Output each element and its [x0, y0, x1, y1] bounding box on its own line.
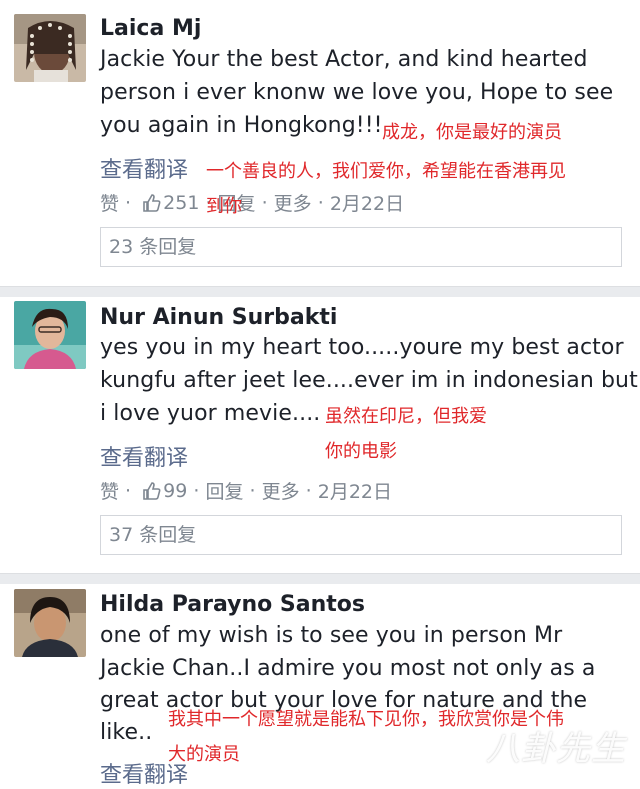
see-translation-link[interactable]: 查看翻译: [100, 440, 188, 472]
comment-actions: 赞 · 99 · 回复 · 更多 · 2月22日: [100, 477, 392, 504]
like-count: 99: [163, 479, 188, 502]
view-replies-button[interactable]: 37 条回复: [100, 515, 622, 555]
comment-text-line: i love yuor mevie....: [100, 401, 321, 426]
separator-dot: ·: [255, 191, 274, 214]
view-replies-button[interactable]: 23 条回复: [100, 227, 622, 267]
comment-actions: 赞 · 251 · 回复 · 更多 · 2月22日: [100, 189, 404, 216]
avatar[interactable]: [14, 589, 86, 657]
separator-dot: ·: [299, 479, 318, 502]
translation-annotation: 虽然在印尼，但我爱: [325, 406, 487, 427]
comment-text-line: Jackie Your the best Actor, and kind hea…: [100, 47, 588, 72]
like-button[interactable]: 赞: [100, 189, 119, 216]
more-button[interactable]: 更多: [262, 477, 300, 504]
separator-dot: ·: [187, 479, 206, 502]
separator-dot: ·: [243, 479, 262, 502]
like-button[interactable]: 赞: [100, 477, 119, 504]
comment-date: 2月22日: [317, 481, 392, 503]
comment-divider: [0, 286, 640, 297]
comment-text-line: you again in Hongkong!!!: [100, 113, 383, 138]
comment-divider: [0, 573, 640, 584]
translation-annotation: 你的电影: [325, 441, 397, 462]
see-translation-link[interactable]: 查看翻译: [100, 152, 188, 184]
comment-text-line: one of my wish is to see you in person M…: [100, 623, 563, 648]
comment-text-line: yes you in my heart too.....youre my bes…: [100, 335, 624, 360]
comment-item: Laica Mj Jackie Your the best Actor, and…: [0, 0, 640, 290]
avatar[interactable]: [14, 301, 86, 369]
comment-author[interactable]: Hilda Parayno Santos: [100, 592, 365, 617]
comment-author[interactable]: Nur Ainun Surbakti: [100, 305, 337, 330]
comment-text-line: kungfu after jeet lee....ever im in indo…: [100, 368, 638, 393]
separator-dot: ·: [119, 479, 138, 502]
translation-annotation: 成龙，你是最好的演员: [382, 122, 562, 143]
translation-annotation: 大的演员: [168, 744, 240, 765]
thumbs-up-icon: [143, 481, 161, 500]
comment-date: 2月22日: [329, 193, 405, 215]
comment-text-line: like..: [100, 720, 153, 745]
like-count: 251: [163, 191, 200, 214]
reply-button[interactable]: 回复: [205, 477, 243, 504]
more-button[interactable]: 更多: [274, 189, 312, 216]
separator-dot: ·: [119, 191, 138, 214]
comment-text-line: Jackie Chan..I admire you most not only …: [100, 656, 596, 681]
avatar[interactable]: [14, 14, 86, 82]
comment-text-line: person i ever knonw we love you, Hope to…: [100, 80, 614, 105]
separator-dot: ·: [311, 191, 330, 214]
translation-annotation: 一个善良的人，我们爱你，希望能在香港再见: [206, 161, 566, 182]
thumbs-up-icon: [143, 193, 161, 212]
watermark: 八卦先生: [486, 729, 626, 769]
translation-annotation: 到你: [206, 196, 242, 217]
comment-author[interactable]: Laica Mj: [100, 16, 201, 41]
